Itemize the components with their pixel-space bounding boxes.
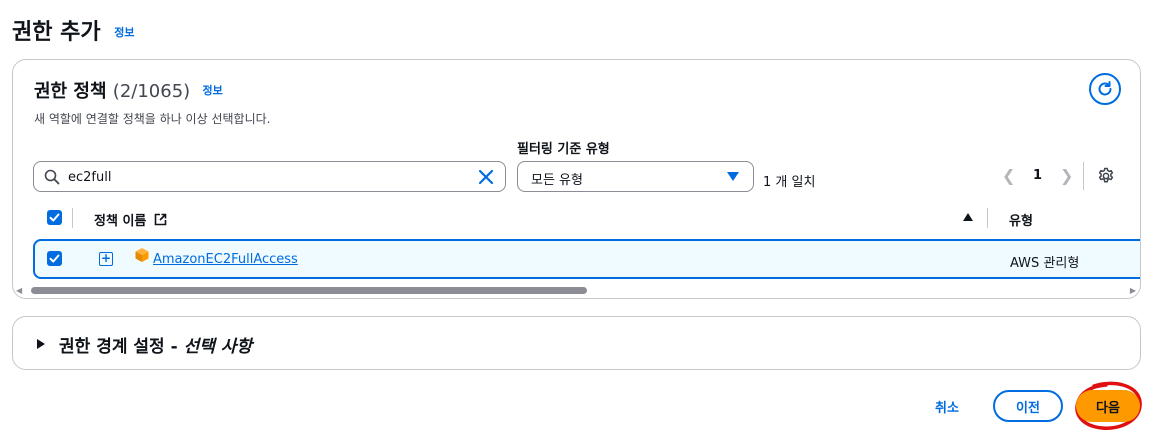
policies-info-link[interactable]: 정보 [202,84,222,97]
gear-icon[interactable] [1097,167,1115,185]
clear-search-icon[interactable] [477,168,495,186]
policy-search-field[interactable] [33,161,506,192]
page-info-link[interactable]: 정보 [114,26,134,39]
previous-button[interactable]: 이전 [993,390,1063,422]
scrollbar-thumb[interactable] [31,287,587,294]
filter-type-label: 필터링 기준 유형 [517,142,610,157]
chevron-left-icon[interactable]: ❮ [1002,166,1015,185]
column-header-policy-name[interactable]: 정책 이름 [94,210,167,229]
policies-count: (2/1065) [112,81,191,102]
check-icon [49,213,60,222]
check-icon [49,254,60,263]
row-checkbox[interactable] [47,251,62,266]
match-count: 1 개 일치 [763,175,816,190]
scroll-left-icon[interactable]: ◀ [16,286,22,295]
chevron-right-icon[interactable]: ❯ [1060,166,1073,185]
policies-title: 권한 정책 [34,81,107,102]
scroll-right-icon[interactable]: ▶ [1130,286,1136,295]
refresh-icon [1098,81,1112,96]
caret-right-icon [37,339,45,349]
filter-type-select[interactable]: 모든 유형 [517,161,754,192]
filter-type-value: 모든 유형 [531,173,583,188]
permissions-boundary-title: 권한 경계 설정 - 선택 사항 [59,332,252,357]
refresh-button[interactable] [1089,73,1121,105]
select-all-checkbox[interactable] [47,210,62,225]
aws-managed-policy-icon [135,248,149,262]
page-title-text: 권한 추가 [12,20,101,45]
cancel-button[interactable]: 취소 [935,397,959,416]
column-header-policy-name-label: 정책 이름 [94,214,147,229]
permissions-boundary-title-main: 권한 경계 설정 - [59,337,184,357]
search-icon [44,169,60,185]
policy-name-link[interactable]: AmazonEC2FullAccess [153,252,298,267]
caret-down-icon [727,172,739,181]
permission-policies-panel: 권한 정책 (2/1065) 정보 새 역할에 연결할 정책을 하나 이상 선택… [12,59,1141,299]
sort-ascending-icon[interactable] [963,213,973,221]
pager-divider [1083,162,1084,190]
search-input[interactable] [68,166,468,188]
column-divider [72,208,73,228]
horizontal-scrollbar[interactable]: ◀ ▶ [13,284,1140,298]
column-header-type[interactable]: 유형 [1009,210,1033,229]
expand-plus-icon[interactable]: + [99,252,113,266]
permissions-boundary-expander[interactable]: 권한 경계 설정 - 선택 사항 [12,316,1141,370]
column-divider [987,208,988,228]
table-row[interactable]: + AmazonEC2FullAccess AWS 관리형 [33,239,1140,279]
next-button[interactable]: 다음 [1076,390,1140,422]
external-link-icon [154,213,167,226]
policies-heading: 권한 정책 (2/1065) 정보 [34,77,223,103]
policy-type-cell: AWS 관리형 [1010,256,1080,271]
permissions-boundary-title-optional: 선택 사항 [183,337,253,357]
page-title: 권한 추가 정보 [12,14,135,46]
current-page[interactable]: 1 [1033,168,1042,183]
table-header: 정책 이름 유형 [13,200,1140,236]
policies-description: 새 역할에 연결할 정책을 하나 이상 선택합니다. [34,112,271,126]
